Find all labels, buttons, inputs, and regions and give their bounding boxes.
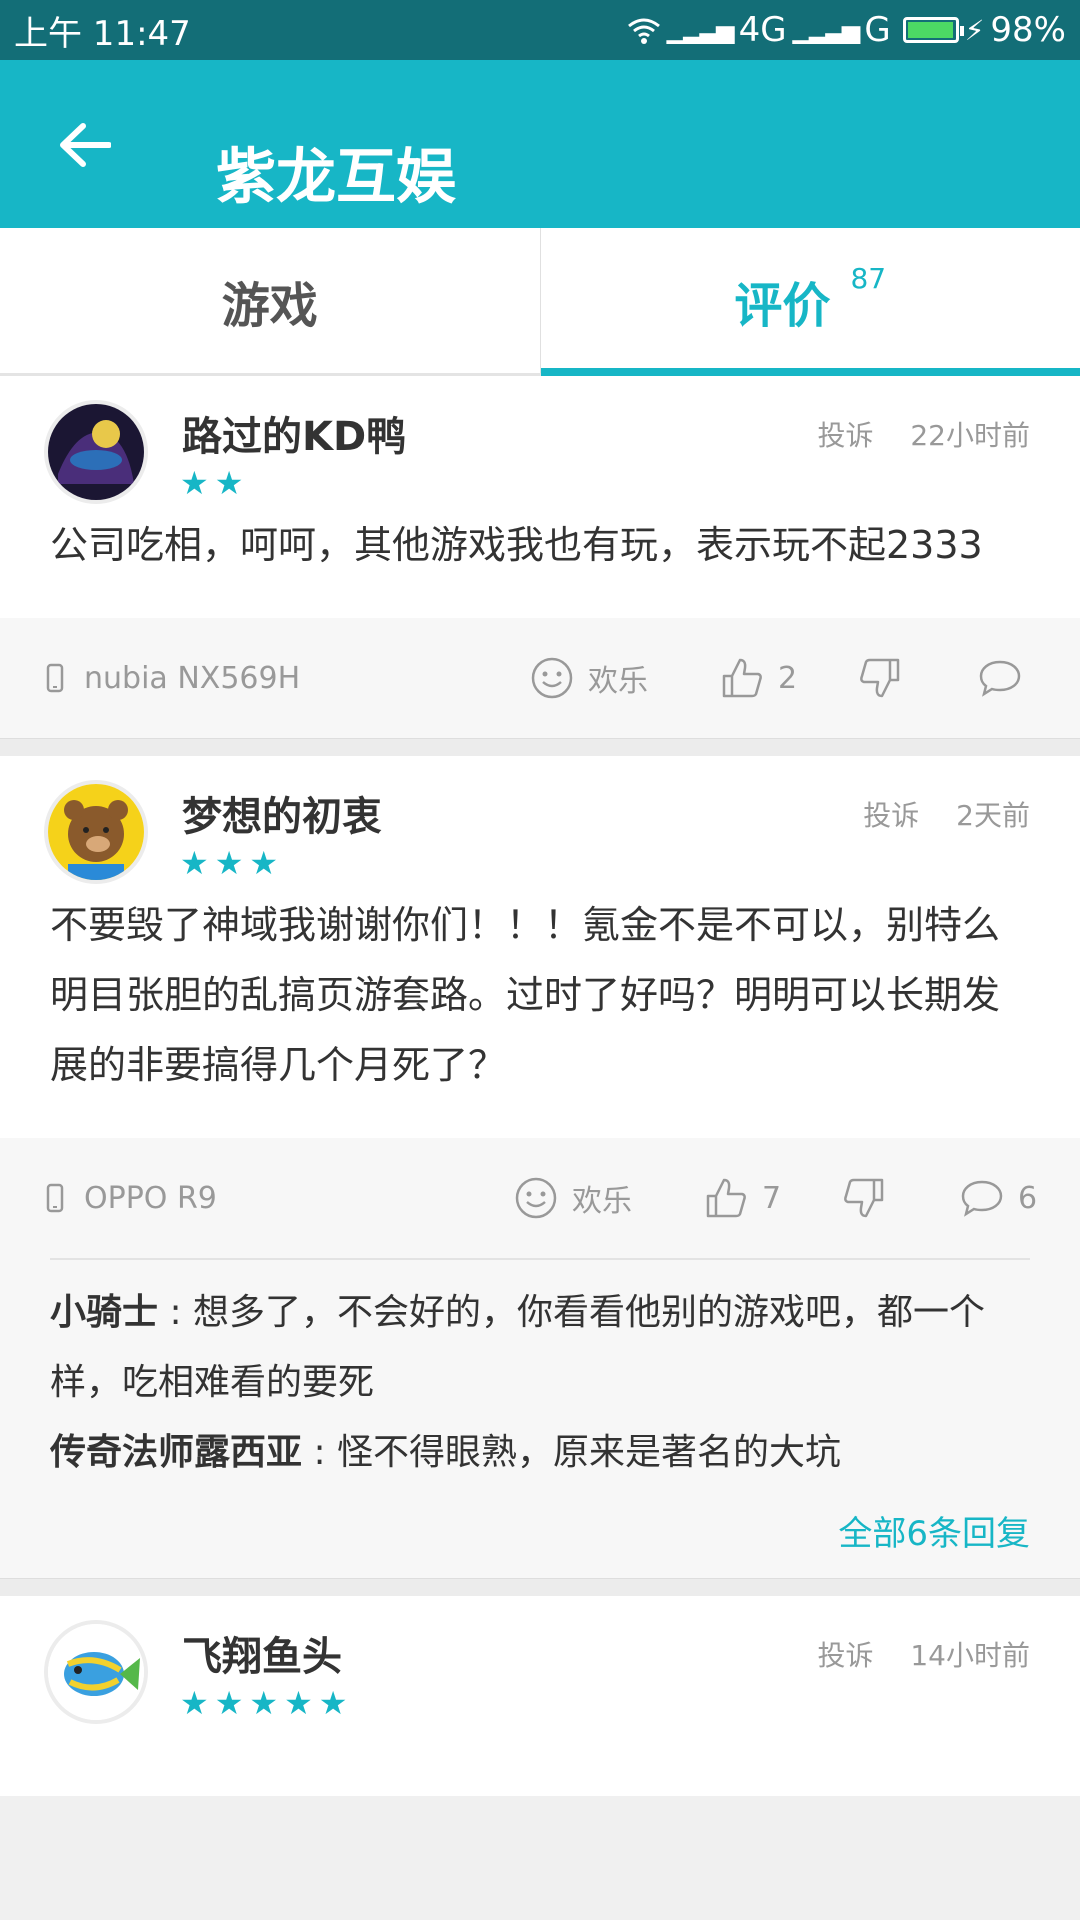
- wifi-icon: [627, 18, 660, 44]
- device-info: nubia NX569H: [46, 618, 300, 738]
- network-type: 4G: [738, 10, 787, 50]
- like-count: 2: [778, 660, 798, 696]
- battery-percent: 98%: [990, 10, 1066, 50]
- dislike-button[interactable]: [858, 618, 902, 738]
- thumbs-up-icon: [722, 658, 762, 698]
- reply-item[interactable]: 传奇法师露西亚 : 怪不得眼熟，原来是著名的大坑: [50, 1418, 1030, 1488]
- app-bar: 紫龙互娱: [0, 60, 1080, 228]
- all-replies-link[interactable]: 全部6条回复: [0, 1504, 1080, 1578]
- mood-label: 欢乐: [588, 664, 648, 699]
- report-button[interactable]: 投诉: [817, 1639, 873, 1672]
- review-card: 路过的KD鸭 ★★ 投诉 22小时前 公司吃相，呵呵，其他游戏我也有玩，表示玩不…: [0, 376, 1080, 738]
- smiley-icon: [515, 1177, 557, 1219]
- like-button[interactable]: 2: [720, 618, 797, 738]
- divider: [0, 1578, 1080, 1596]
- comment-icon: [961, 1180, 1003, 1217]
- rating-stars: ★★★★★: [180, 1684, 354, 1722]
- comment-count: 6: [1018, 1180, 1038, 1216]
- tab-reviews-label: 评价: [734, 277, 831, 334]
- mood-button[interactable]: 欢乐: [530, 618, 648, 738]
- status-bar: 上午 11:47 ▁▂▃▅ 4G ▁▂▃▅ G ⚡ 98%: [0, 0, 1080, 60]
- comment-button[interactable]: 6: [960, 1138, 1037, 1258]
- review-count: 87: [850, 262, 887, 295]
- avatar[interactable]: [44, 400, 148, 504]
- device-name: OPPO R9: [84, 1180, 217, 1216]
- review-content[interactable]: 公司吃相，呵呵，其他游戏我也有玩，表示玩不起2333: [0, 496, 1080, 618]
- tab-games-label: 游戏: [221, 277, 318, 334]
- review-time: 2天前: [956, 799, 1030, 832]
- review-time: 14小时前: [910, 1639, 1030, 1672]
- tab-reviews[interactable]: 评价 87: [539, 228, 1080, 376]
- device-name: nubia NX569H: [84, 660, 301, 696]
- mood-label: 欢乐: [572, 1184, 632, 1219]
- like-button[interactable]: 7: [704, 1138, 781, 1258]
- signal-icon: ▁▂▃▅: [666, 16, 735, 44]
- review-time: 22小时前: [910, 419, 1030, 452]
- reply-separator: :: [302, 1432, 338, 1473]
- divider: [0, 738, 1080, 756]
- status-icons: ▁▂▃▅ 4G ▁▂▃▅ G ⚡ 98%: [627, 10, 1066, 50]
- comment-icon: [979, 660, 1021, 697]
- review-username[interactable]: 路过的KD鸭: [182, 404, 406, 462]
- review-card: 飞翔鱼头 ★★★★★ 投诉 14小时前: [0, 1596, 1080, 1796]
- dislike-button[interactable]: [842, 1138, 886, 1258]
- reply-separator: :: [158, 1292, 194, 1333]
- charging-icon: ⚡: [964, 13, 985, 47]
- thumbs-down-icon: [844, 1178, 884, 1218]
- battery-icon: [902, 17, 964, 43]
- avatar[interactable]: [44, 1620, 148, 1724]
- tab-games[interactable]: 游戏: [0, 228, 540, 373]
- reply-text: 怪不得眼熟，原来是著名的大坑: [337, 1432, 842, 1473]
- rating-stars: ★★: [180, 464, 250, 502]
- reply-username[interactable]: 传奇法师露西亚: [50, 1432, 302, 1473]
- report-button[interactable]: 投诉: [817, 419, 873, 452]
- mood-button[interactable]: 欢乐: [514, 1138, 632, 1258]
- device-info: OPPO R9: [46, 1138, 217, 1258]
- report-button[interactable]: 投诉: [863, 799, 919, 832]
- review-username[interactable]: 飞翔鱼头: [182, 1624, 342, 1682]
- arrow-left-icon: [60, 123, 111, 167]
- review-footer: nubia NX569H 欢乐 2: [0, 618, 1080, 738]
- reply-item[interactable]: 小骑士 : 想多了，不会好的，你看看他别的游戏吧，都一个样，吃相难看的要死: [50, 1278, 1030, 1418]
- reply-list: 小骑士 : 想多了，不会好的，你看看他别的游戏吧，都一个样，吃相难看的要死 传奇…: [50, 1258, 1030, 1504]
- back-button[interactable]: [50, 110, 120, 180]
- avatar[interactable]: [44, 780, 148, 884]
- like-count: 7: [762, 1180, 782, 1216]
- thumbs-up-icon: [706, 1178, 746, 1218]
- reply-username[interactable]: 小骑士: [50, 1292, 158, 1333]
- thumbs-down-icon: [860, 658, 900, 698]
- review-footer: OPPO R9 欢乐 7 6 小骑士 : 想多了，不会好的，你看看他别的游戏吧，…: [0, 1138, 1080, 1578]
- rating-stars: ★★★: [180, 844, 285, 882]
- review-card: 梦想的初衷 ★★★ 投诉 2天前 不要毁了神域我谢谢你们！！！氪金不是不可以，别…: [0, 756, 1080, 1578]
- review-content[interactable]: 不要毁了神域我谢谢你们！！！氪金不是不可以，别特么明目张胆的乱搞页游套路。过时了…: [0, 876, 1080, 1138]
- smiley-icon: [531, 657, 573, 699]
- signal-icon-2: ▁▂▃▅: [792, 16, 861, 44]
- review-username[interactable]: 梦想的初衷: [182, 784, 382, 842]
- tab-bar: 游戏 评价 87: [0, 228, 1080, 376]
- phone-icon: [46, 663, 64, 693]
- network-type-2: G: [864, 10, 891, 50]
- page-title: 紫龙互娱: [216, 142, 456, 213]
- status-time: 上午 11:47: [14, 13, 191, 54]
- comment-button[interactable]: [978, 618, 1036, 738]
- phone-icon: [46, 1183, 64, 1213]
